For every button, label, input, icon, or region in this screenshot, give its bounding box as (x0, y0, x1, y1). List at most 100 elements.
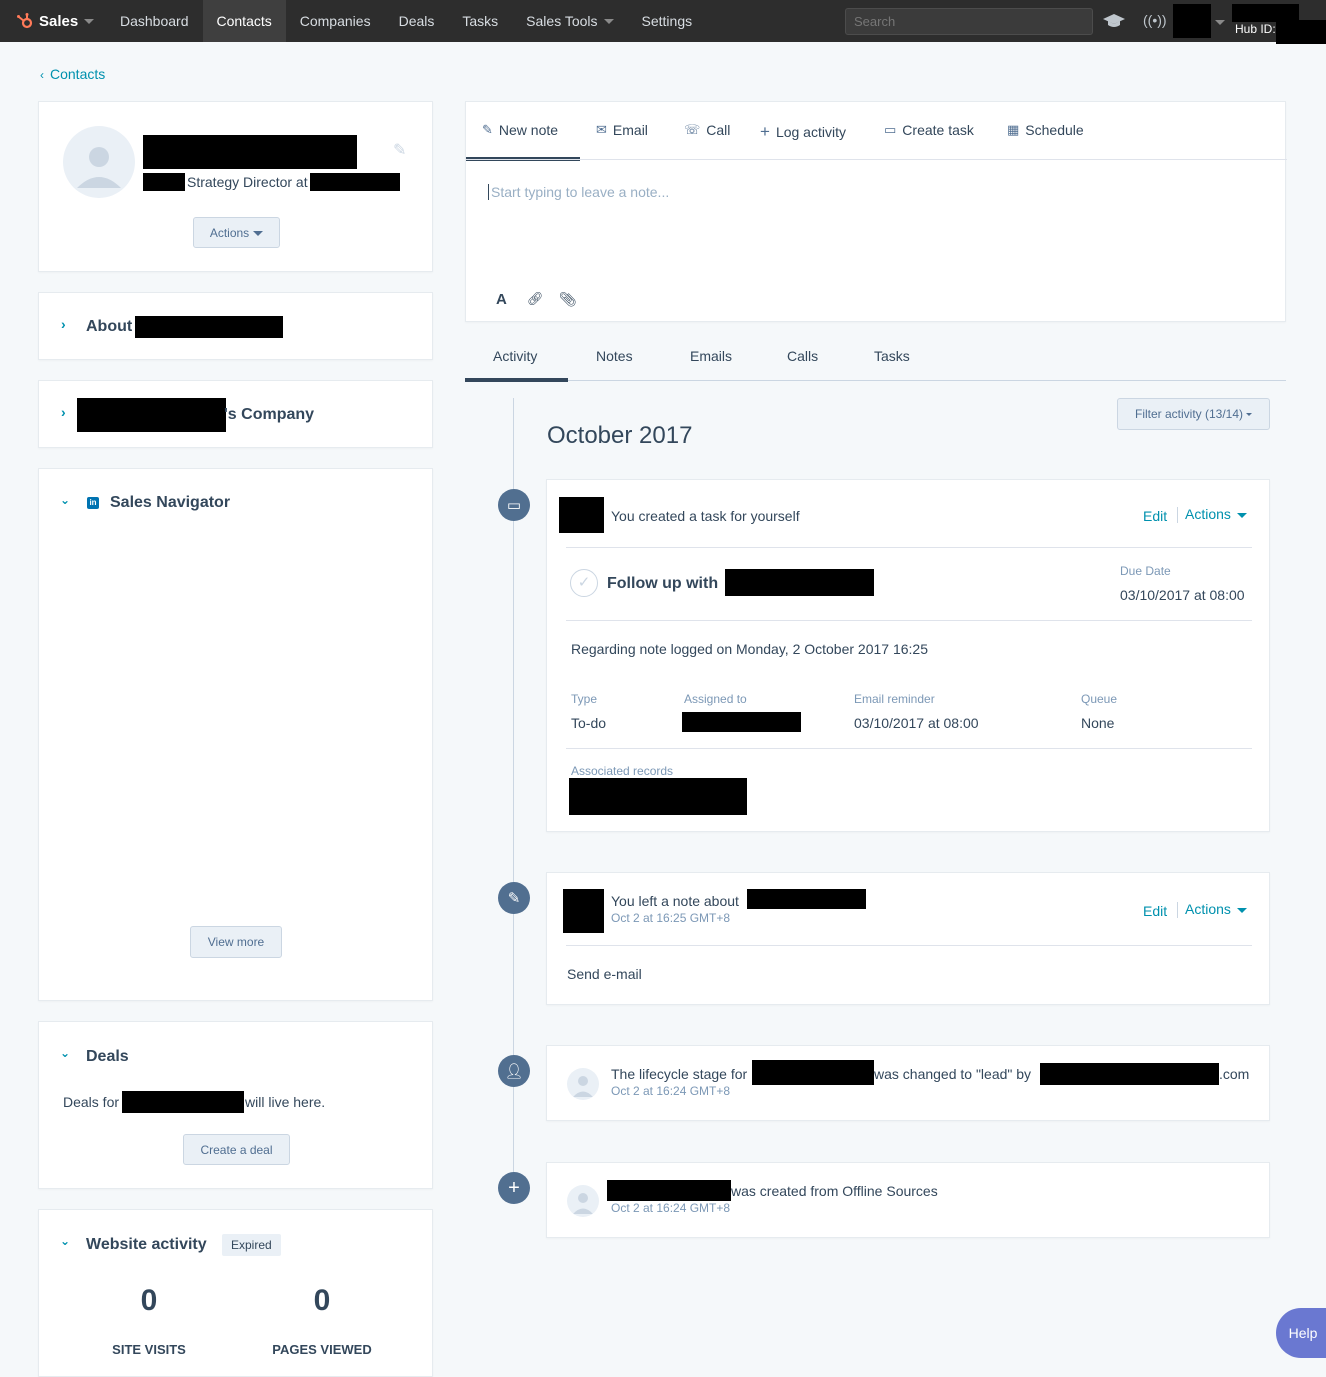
sales-navigator-title: Sales Navigator (110, 494, 231, 511)
contact-name-redacted (143, 135, 357, 169)
redacted (1040, 1063, 1219, 1085)
avatar (567, 1185, 599, 1217)
type-label: Type (571, 692, 598, 706)
person-icon (573, 1193, 593, 1214)
nav-deals[interactable]: Deals (385, 0, 449, 42)
pages-viewed-label: PAGES VIEWED (272, 1342, 372, 1357)
chevron-down-icon[interactable]: ⌄ (60, 1234, 70, 1248)
user-avatar-redacted[interactable] (1173, 4, 1211, 38)
note-actions-label: Actions (1185, 901, 1231, 917)
follow-up-title[interactable]: Follow up with (607, 575, 718, 593)
chevron-right-icon: › (61, 404, 66, 420)
chevron-down-icon (253, 231, 264, 237)
redacted (135, 316, 283, 338)
deals-empty-text: Deals for will live here. (63, 1091, 325, 1113)
complete-task-checkbox[interactable]: ✓ (570, 569, 598, 597)
note-actions-dropdown[interactable]: Actions (1185, 901, 1247, 917)
linkedin-icon: in (87, 497, 99, 509)
redacted (122, 1091, 245, 1113)
tab-tasks[interactable]: Tasks (874, 348, 910, 364)
text-format-icon[interactable]: A (496, 291, 507, 308)
task-header-text: You created a task for yourself (611, 508, 800, 524)
filter-activity-button[interactable]: Filter activity (13/14) (1117, 398, 1270, 430)
lifecycle-middle: was changed to "lead" by (874, 1066, 1032, 1082)
company-section[interactable]: › 's Company (38, 380, 433, 448)
brand-label: Sales (39, 12, 79, 30)
note-timestamp: Oct 2 at 16:25 GMT+8 (611, 911, 731, 925)
edit-note-icon: ✎ (498, 882, 530, 914)
email-reminder-value[interactable]: 03/10/2017 at 08:00 (854, 715, 979, 731)
assignee-redacted[interactable] (682, 712, 801, 732)
task-activity-card: You created a task for yourself Edit Act… (546, 479, 1270, 832)
avatar[interactable] (63, 126, 135, 198)
associated-records-label: Associated records (571, 764, 674, 778)
phone-icon: ☏ (684, 122, 701, 137)
associated-records-redacted[interactable] (569, 778, 747, 815)
task-edit-link[interactable]: Edit (1143, 508, 1167, 524)
notifications-icon[interactable]: ((•)) (1143, 12, 1167, 28)
tab-log-activity-label: Log activity (775, 124, 846, 140)
divider (1177, 902, 1178, 918)
brand-menu[interactable]: Sales (0, 0, 106, 42)
divider (465, 380, 1286, 381)
help-button[interactable]: Help (1276, 1308, 1326, 1358)
create-deal-button[interactable]: Create a deal (183, 1134, 290, 1165)
active-tab-indicator (465, 378, 568, 382)
tab-email[interactable]: ✉ Email (596, 122, 648, 138)
chevron-down-icon[interactable] (1215, 20, 1225, 25)
tab-call[interactable]: ☏ Call (684, 122, 730, 138)
tab-log-activity[interactable]: + Log activity (760, 122, 846, 142)
attachment-icon[interactable]: 📎︎ (559, 291, 577, 308)
task-actions-dropdown[interactable]: Actions (1185, 506, 1247, 522)
tab-activity[interactable]: Activity (493, 348, 537, 364)
link-icon[interactable]: 🔗︎ (527, 291, 544, 307)
note-input[interactable]: Start typing to leave a note... (488, 184, 669, 200)
back-to-contacts-link[interactable]: ‹ Contacts (40, 66, 105, 82)
top-navigation: Sales Dashboard Contacts Companies Deals… (0, 0, 1326, 42)
note-header-text: You left a note about (611, 893, 739, 909)
due-date-value[interactable]: 03/10/2017 at 08:00 (1120, 587, 1245, 603)
queue-value[interactable]: None (1081, 715, 1114, 731)
divider (566, 620, 1252, 621)
nav-sales-tools-label: Sales Tools (526, 13, 598, 29)
view-more-button[interactable]: View more (190, 926, 282, 958)
type-value[interactable]: To-do (571, 715, 606, 731)
about-section[interactable]: › About (38, 292, 433, 360)
expired-badge: Expired (222, 1234, 281, 1256)
redacted (559, 497, 604, 533)
chevron-right-icon: › (61, 316, 66, 332)
note-activity-card: You left a note about Oct 2 at 16:25 GMT… (546, 872, 1270, 1005)
chevron-down-icon[interactable]: ⌄ (60, 1046, 70, 1060)
tab-schedule[interactable]: ▦ Schedule (1007, 122, 1084, 138)
nav-sales-tools[interactable]: Sales Tools (512, 0, 627, 42)
deals-prefix: Deals for (63, 1094, 120, 1110)
chevron-down-icon[interactable]: ⌄ (60, 493, 70, 507)
nav-companies[interactable]: Companies (286, 0, 385, 42)
academy-icon[interactable] (1102, 12, 1126, 30)
profile-actions-button[interactable]: Actions (193, 217, 280, 248)
search-input[interactable] (845, 8, 1093, 35)
note-body[interactable]: Send e-mail (567, 966, 642, 982)
tab-new-note[interactable]: ✎ New note (482, 122, 558, 138)
about-label: About (86, 318, 133, 335)
sales-navigator-section: ⌄ in Sales Navigator View more (38, 468, 433, 1001)
nav-contacts[interactable]: Contacts (202, 0, 286, 42)
tab-notes[interactable]: Notes (596, 348, 633, 364)
email-reminder-label: Email reminder (854, 692, 935, 706)
envelope-icon: ✉ (596, 122, 607, 137)
due-date-label: Due Date (1120, 564, 1171, 578)
note-edit-link[interactable]: Edit (1143, 903, 1167, 919)
divider (566, 748, 1252, 749)
job-title: Strategy Director at (187, 174, 308, 190)
tab-emails[interactable]: Emails (690, 348, 732, 364)
tab-create-task[interactable]: ▭ Create task (884, 122, 974, 138)
nav-tasks[interactable]: Tasks (448, 0, 512, 42)
nav-dashboard[interactable]: Dashboard (106, 0, 203, 42)
calendar-icon: ▦ (1007, 122, 1020, 137)
queue-label: Queue (1081, 692, 1118, 706)
plus-icon: + (498, 1172, 530, 1204)
chevron-down-icon (1246, 413, 1253, 417)
nav-settings[interactable]: Settings (628, 0, 707, 42)
pencil-icon[interactable]: ✎ (393, 140, 406, 160)
tab-calls[interactable]: Calls (787, 348, 818, 364)
